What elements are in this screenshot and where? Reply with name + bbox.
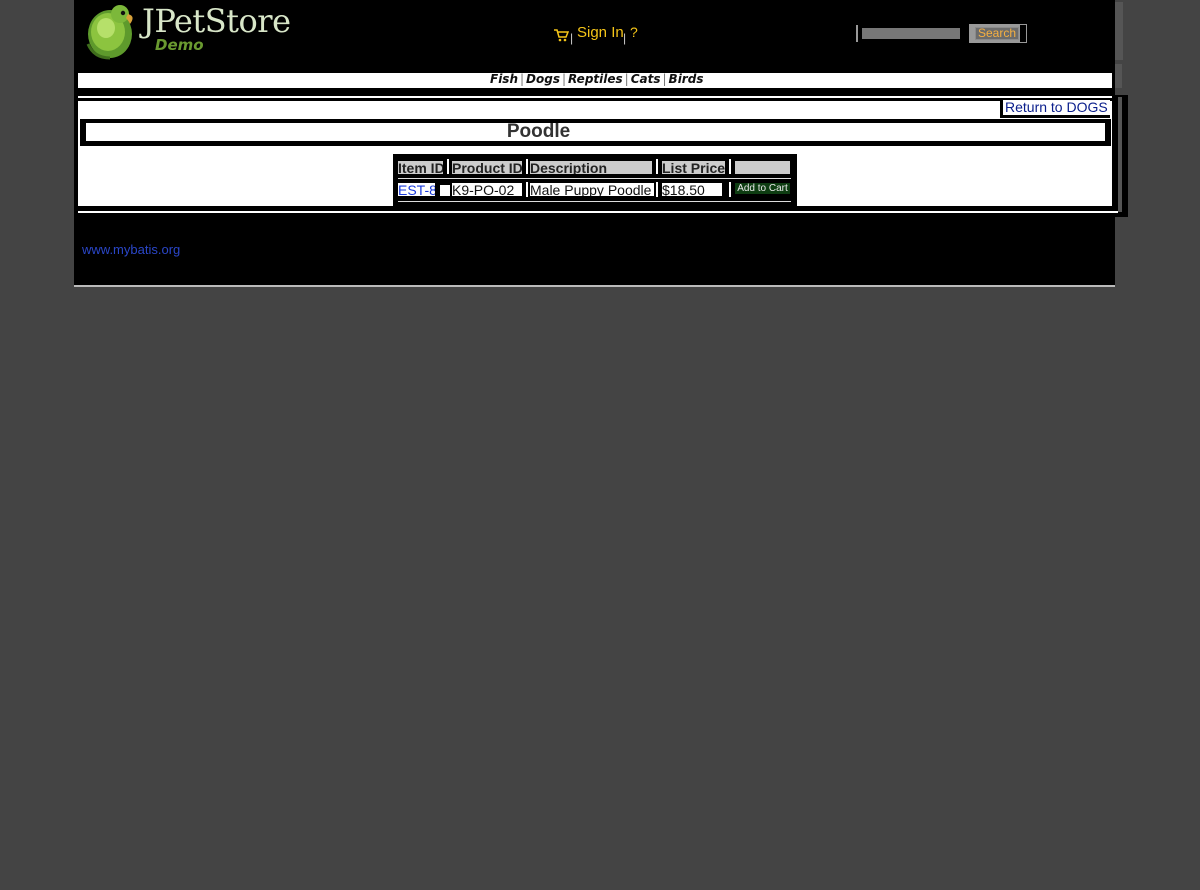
return-to-category-link[interactable]: Return to DOGS [1003,100,1110,115]
footer [74,217,1115,285]
add-to-cart-button[interactable]: Add to Cart [735,183,790,194]
content-divider [78,96,1112,98]
signin-link[interactable]: Sign In [577,24,624,41]
column-header-product-id: Product ID [452,161,522,174]
cart-icon [554,29,570,42]
nav-separator: | [623,31,627,45]
footer-rule [74,285,1115,287]
column-header-list-price: List Price [662,161,725,174]
search-button-shadow [1020,25,1026,42]
quicklink-cats[interactable]: Cats [631,72,661,86]
nav-separator: | [570,31,574,45]
row-divider [398,178,791,179]
column-divider [447,159,449,174]
scroll-rail [1115,2,1123,60]
help-link[interactable]: ? [630,24,638,40]
scroll-rail [1115,64,1122,88]
quicklink-dogs[interactable]: Dogs [526,72,560,86]
footer-link[interactable]: www.mybatis.org [82,242,180,257]
column-header-action [735,161,790,174]
logo[interactable]: JPetStore Demo [84,0,294,60]
search-divider [856,25,858,42]
parrot-logo-icon [86,5,133,60]
table-cell-item-id: EST-8 [398,183,435,196]
column-divider [656,159,658,174]
search-button[interactable]: Search [975,27,1019,40]
column-header-description: Description [530,161,652,174]
quicklink-separator: | [624,72,629,86]
quicklink-birds[interactable]: Birds [669,72,704,86]
table-bottom-rule [398,201,791,202]
table-cell-description: Male Puppy Poodle [530,183,654,196]
scroll-rail [1118,97,1122,212]
cart-link[interactable] [553,28,570,42]
column-divider [526,182,528,197]
quicklink-fish[interactable]: Fish [490,72,518,86]
category-quicklinks: Fish | Dogs | Reptiles | Cats | Birds [490,72,703,86]
quicklink-separator: | [520,72,525,86]
column-divider [526,159,528,174]
table-cell-list-price: $18.50 [662,183,722,196]
quicklink-separator: | [662,72,667,86]
search-input[interactable] [862,28,960,39]
page-title: Poodle [506,121,571,142]
column-divider [729,159,731,174]
page: JPetStore Demo | Sign In | ? Search Fish… [0,0,1200,890]
content-bottom-rule [78,211,1118,213]
logo-title: JPetStore [142,2,291,40]
column-header-item-id: Item ID [398,161,443,174]
table-cell-product-id: K9-PO-02 [452,183,522,196]
item-id-link[interactable]: EST-8 [398,183,435,196]
logo-subtitle: Demo [155,36,204,54]
column-divider [656,182,658,197]
column-divider [729,182,731,197]
quicklink-separator: | [561,72,567,86]
cell-gap [440,185,450,196]
quicklink-reptiles[interactable]: Reptiles [568,72,623,86]
